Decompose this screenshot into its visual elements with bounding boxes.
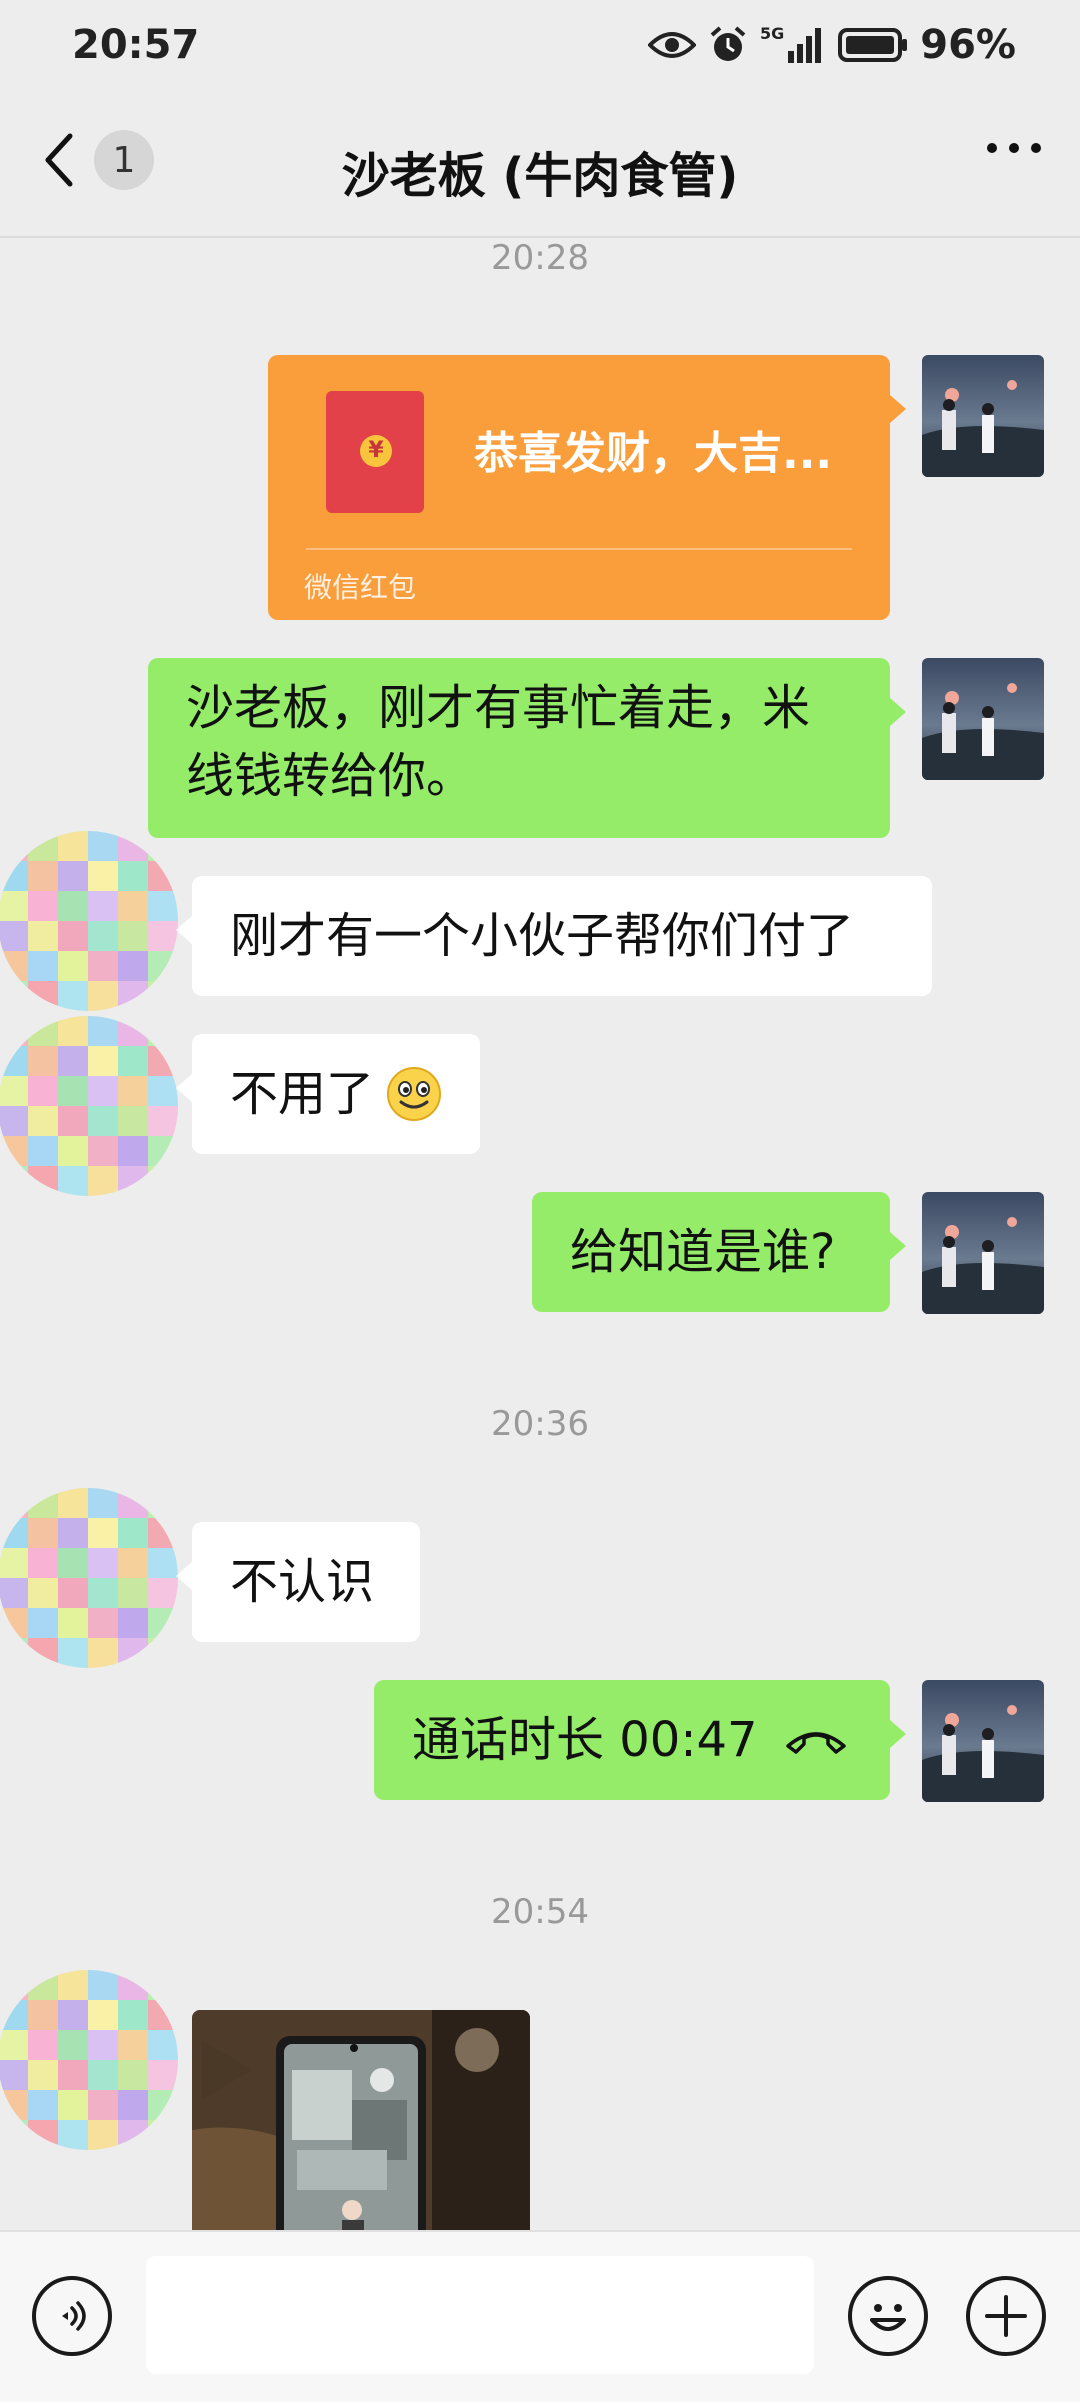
call-duration-text: 通话时长 00:47 <box>412 1712 758 1768</box>
contact-avatar[interactable] <box>0 831 178 1011</box>
contact-message-bubble[interactable]: 刚才有一个小伙子帮你们付了 <box>176 876 932 996</box>
avatar-mosaic <box>0 1970 178 2150</box>
timestamp: 20:54 <box>491 1892 589 1932</box>
smile-emoji-icon <box>387 1067 441 1121</box>
network-label: 5G <box>760 25 784 43</box>
phone-hangup-icon <box>786 1732 846 1754</box>
message-text-line: 线钱转给你。 <box>186 748 475 804</box>
battery-icon <box>838 28 908 62</box>
avatar-photo <box>922 1680 1044 1802</box>
message-text-line: 沙老板，刚才有事忙着走，米 <box>186 680 811 736</box>
alarm-icon <box>710 26 746 61</box>
message-input[interactable] <box>146 2256 814 2374</box>
my-avatar[interactable] <box>922 1680 1044 1802</box>
voice-icon <box>62 2301 86 2331</box>
more-icon[interactable] <box>984 140 1044 156</box>
input-toolbar <box>0 2230 1080 2402</box>
avatar-photo <box>922 658 1044 780</box>
message-text: 不认识 <box>230 1554 375 1610</box>
my-avatar[interactable] <box>922 658 1044 780</box>
avatar-mosaic <box>0 1016 178 1196</box>
status-icons: 5G 96% <box>648 22 1016 68</box>
red-packet-title: 恭喜发财，大吉... <box>474 428 833 479</box>
battery-percent: 96% <box>920 22 1016 68</box>
add-button[interactable] <box>966 2276 1046 2356</box>
voice-button[interactable] <box>32 2276 112 2356</box>
message-text: 刚才有一个小伙子帮你们付了 <box>230 908 855 964</box>
avatar-mosaic <box>0 1488 178 1668</box>
avatar-photo <box>922 1192 1044 1314</box>
signal-5g-icon: 5G <box>760 25 822 63</box>
contact-avatar[interactable] <box>0 1016 178 1196</box>
chat-header: 1 沙老板 (牛肉食管) <box>0 110 1080 238</box>
avatar-mosaic <box>0 831 178 1011</box>
chat-title: 沙老板 (牛肉食管) <box>341 148 739 204</box>
my-avatar[interactable] <box>922 1192 1044 1314</box>
timestamp: 20:28 <box>491 238 589 278</box>
timestamp: 20:36 <box>491 1404 589 1444</box>
emoji-button[interactable] <box>848 2276 928 2356</box>
contact-avatar[interactable] <box>0 1488 178 1668</box>
image-message[interactable] <box>192 2010 530 2230</box>
red-packet-divider <box>306 548 852 550</box>
avatar-photo <box>922 355 1044 477</box>
red-packet-label: 微信红包 <box>304 571 417 604</box>
red-packet-envelope-icon: ¥ <box>326 391 424 513</box>
my-avatar[interactable] <box>922 355 1044 477</box>
emoji-icon <box>870 2304 906 2331</box>
yuan-coin-icon: ¥ <box>360 435 392 467</box>
message-text: 给知道是谁? <box>570 1224 836 1280</box>
my-message-bubble[interactable]: 沙老板，刚才有事忙着走，米 线钱转给你。 <box>148 658 906 838</box>
call-record-bubble[interactable]: 通话时长 00:47 <box>374 1680 906 1800</box>
red-packet-message[interactable]: ¥ 恭喜发财，大吉... 微信红包 <box>268 355 906 620</box>
photo-thumbnail <box>192 2010 530 2230</box>
eye-icon <box>648 32 697 58</box>
my-message-bubble[interactable]: 给知道是谁? <box>532 1192 906 1312</box>
contact-avatar[interactable] <box>0 1970 178 2150</box>
contact-message-bubble[interactable]: 不用了 <box>176 1034 480 1154</box>
message-text: 不用了 <box>230 1066 375 1122</box>
status-time: 20:57 <box>72 22 200 68</box>
plus-icon <box>985 2295 1027 2337</box>
contact-message-bubble[interactable]: 不认识 <box>176 1522 420 1642</box>
